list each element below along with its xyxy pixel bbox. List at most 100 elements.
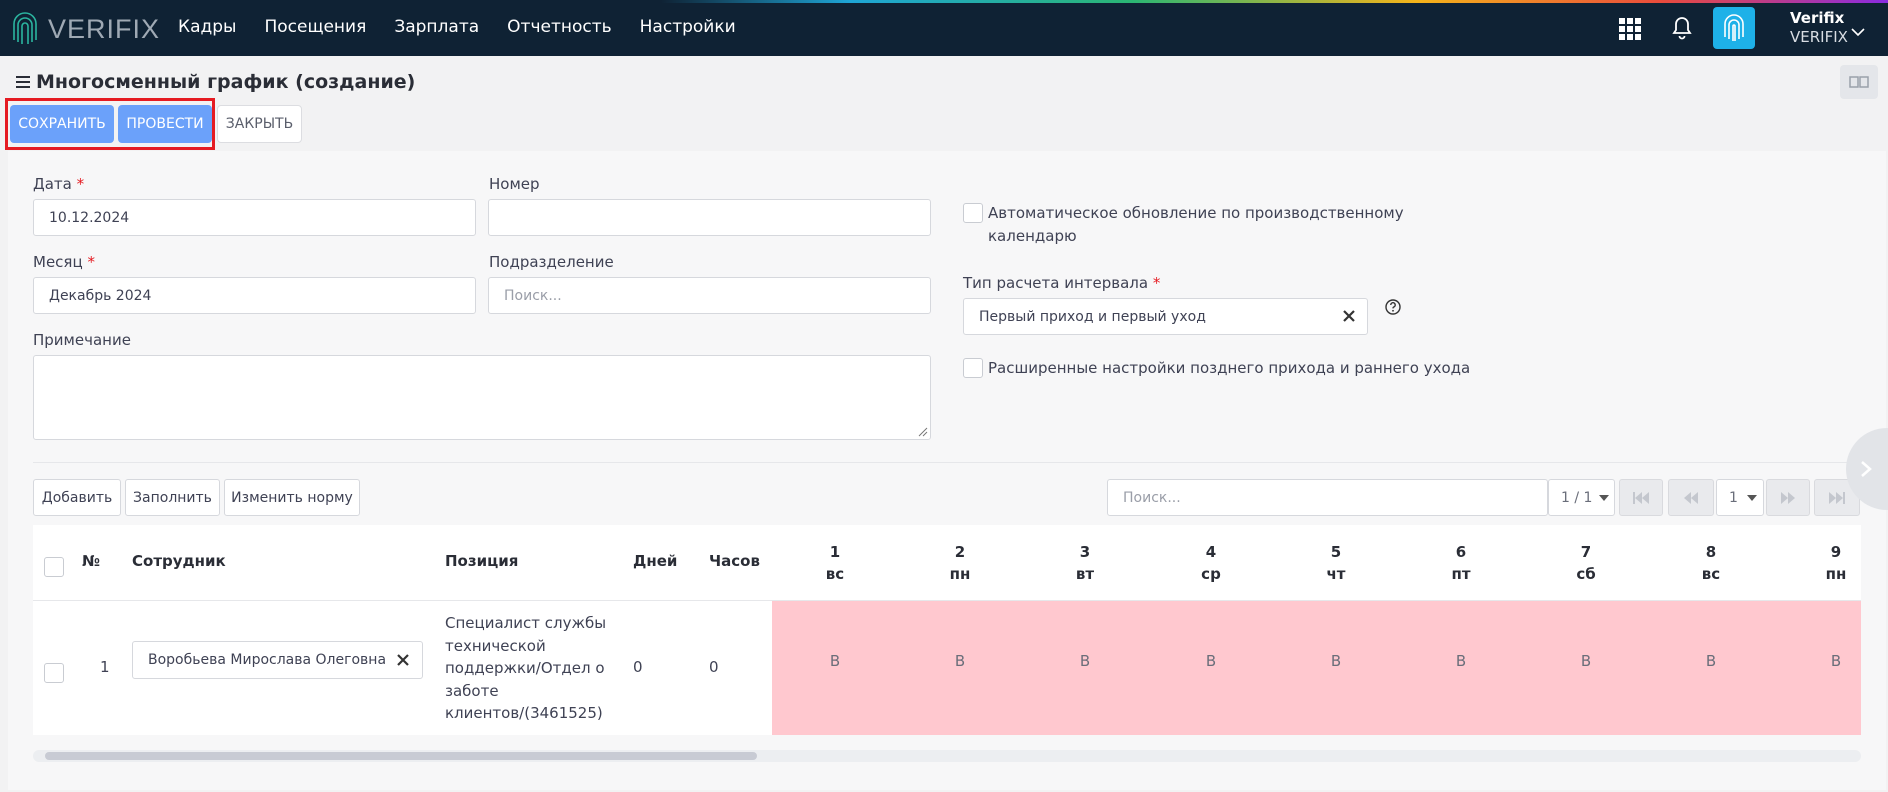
last-page-icon [1829, 491, 1845, 504]
user-organization[interactable]: VERIFIX [1790, 28, 1848, 46]
table-search-input[interactable]: Поиск... [1107, 479, 1548, 516]
advanced-settings-label: Расширенные настройки позднего прихода и… [988, 359, 1471, 377]
day-cell[interactable]: В [1816, 652, 1856, 670]
chevron-down-icon[interactable] [1850, 26, 1866, 38]
select-all-checkbox[interactable] [44, 557, 64, 577]
menu-item-attendance[interactable]: Посещения [264, 17, 366, 37]
close-button[interactable]: ЗАКРЫТЬ [217, 105, 302, 143]
chevron-right-icon [1861, 461, 1872, 477]
page-info-text: 1 / 1 [1561, 489, 1593, 506]
caret-down-icon [1599, 494, 1610, 501]
layout-toggle-button[interactable] [1840, 65, 1878, 99]
employee-select[interactable]: Воробьева Мирослава Олеговна [132, 641, 423, 679]
employee-name: Воробьева Мирослава Олеговна [148, 652, 387, 668]
date-input[interactable]: 10.12.2024 [33, 199, 476, 236]
note-textarea[interactable] [33, 355, 931, 440]
column-header-hours[interactable]: Часов [709, 552, 760, 570]
schedule-cells: В В В В В В В В В [772, 601, 1861, 735]
date-label: Дата * [33, 175, 85, 193]
caret-down-icon [1746, 494, 1757, 501]
apps-grid-icon[interactable] [1619, 18, 1641, 40]
table-header: № Сотрудник Позиция Дней Часов 1 вс 2 пн 3… [33, 525, 1861, 601]
top-navbar: VERIFIX Кадры Посещения Зарплата Отчетно… [0, 0, 1888, 56]
column-header-employee[interactable]: Сотрудник [132, 552, 226, 570]
prev-page-button[interactable] [1668, 479, 1714, 516]
prev-page-icon [1684, 491, 1698, 504]
table-row: 1 Воробьева Мирослава Олеговна Специалис… [33, 601, 1861, 735]
section-divider [33, 462, 1861, 463]
division-label: Подразделение [489, 253, 614, 271]
day-header: 2 пн [949, 543, 971, 583]
day-header: 6 пт [1451, 543, 1471, 583]
day-header: 5 чт [1326, 543, 1346, 583]
clear-employee-icon[interactable] [397, 654, 409, 666]
day-cell[interactable]: В [1691, 652, 1731, 670]
day-header: 9 пн [1825, 543, 1847, 583]
auto-update-label-line1: Автоматическое обновление по производств… [988, 204, 1404, 222]
columns-icon [1849, 76, 1869, 88]
menu-item-reports[interactable]: Отчетность [507, 17, 611, 37]
main-menu: Кадры Посещения Зарплата Отчетность Наст… [178, 17, 736, 37]
scrollbar-thumb[interactable] [45, 752, 757, 760]
user-name[interactable]: Verifix [1790, 9, 1844, 27]
fill-button[interactable]: Заполнить [125, 479, 220, 516]
day-cell[interactable]: В [940, 652, 980, 670]
page-info-dropdown[interactable]: 1 / 1 [1548, 479, 1615, 516]
auto-update-checkbox[interactable] [963, 203, 983, 223]
page-title-text: Многосменный график (создание) [36, 71, 416, 93]
day-cell[interactable]: В [1441, 652, 1481, 670]
day-header: 4 ср [1201, 543, 1221, 583]
logo-text: VERIFIX [48, 13, 161, 44]
horizontal-scrollbar[interactable] [33, 750, 1861, 762]
change-norm-button[interactable]: Изменить норму [224, 479, 360, 516]
row-number: 1 [100, 658, 110, 676]
employee-position: Специалист службы технической поддержки/… [445, 614, 607, 722]
next-page-button[interactable] [1766, 479, 1810, 516]
day-header: 7 сб [1576, 543, 1596, 583]
resize-handle-icon[interactable] [918, 427, 928, 437]
column-header-days[interactable]: Дней [633, 552, 677, 570]
auto-update-label-line2: календарю [988, 227, 1077, 245]
page-title: Многосменный график (создание) [16, 71, 415, 93]
add-button[interactable]: Добавить [33, 479, 121, 516]
clear-icon[interactable] [1343, 310, 1355, 322]
menu-item-settings[interactable]: Настройки [640, 17, 736, 37]
menu-item-salary[interactable]: Зарплата [394, 17, 479, 37]
advanced-settings-checkbox[interactable] [963, 358, 983, 378]
column-header-number: № [82, 552, 101, 570]
day-cell[interactable]: В [1316, 652, 1356, 670]
verifix-logo[interactable]: VERIFIX [10, 10, 160, 48]
day-cell[interactable]: В [1566, 652, 1606, 670]
interval-type-select[interactable]: Первый приход и первый уход [963, 298, 1368, 335]
division-search-input[interactable]: Поиск... [488, 277, 931, 314]
interval-type-label: Тип расчета интервала * [963, 274, 1161, 292]
day-header: 3 вт [1075, 543, 1095, 583]
menu-item-staff[interactable]: Кадры [178, 17, 236, 37]
fingerprint-logo-icon [13, 12, 37, 44]
day-header: 8 вс [1701, 543, 1721, 583]
bell-icon[interactable] [1671, 16, 1693, 40]
row-checkbox[interactable] [44, 663, 64, 683]
month-input[interactable]: Декабрь 2024 [33, 277, 476, 314]
first-page-button[interactable] [1619, 479, 1663, 516]
day-cell[interactable]: В [815, 652, 855, 670]
first-page-icon [1633, 491, 1649, 504]
next-page-icon [1781, 491, 1795, 504]
note-label: Примечание [33, 331, 131, 349]
number-input[interactable] [488, 199, 931, 236]
hamburger-menu-icon[interactable] [16, 76, 30, 88]
fingerprint-button[interactable] [1713, 7, 1755, 49]
help-icon[interactable] [1385, 299, 1401, 315]
page-number-text: 1 [1729, 489, 1738, 506]
day-cell[interactable]: В [1065, 652, 1105, 670]
fingerprint-icon [1724, 14, 1744, 41]
row-hours-value: 0 [709, 658, 719, 676]
column-header-position[interactable]: Позиция [445, 552, 518, 570]
day-header: 1 вс [825, 543, 845, 583]
annotation-highlight-box [5, 98, 215, 150]
row-days-value: 0 [633, 658, 643, 676]
page-number-dropdown[interactable]: 1 [1716, 479, 1764, 516]
month-label: Месяц * [33, 253, 95, 271]
navbar-accent-stripe [0, 0, 1888, 3]
day-cell[interactable]: В [1191, 652, 1231, 670]
